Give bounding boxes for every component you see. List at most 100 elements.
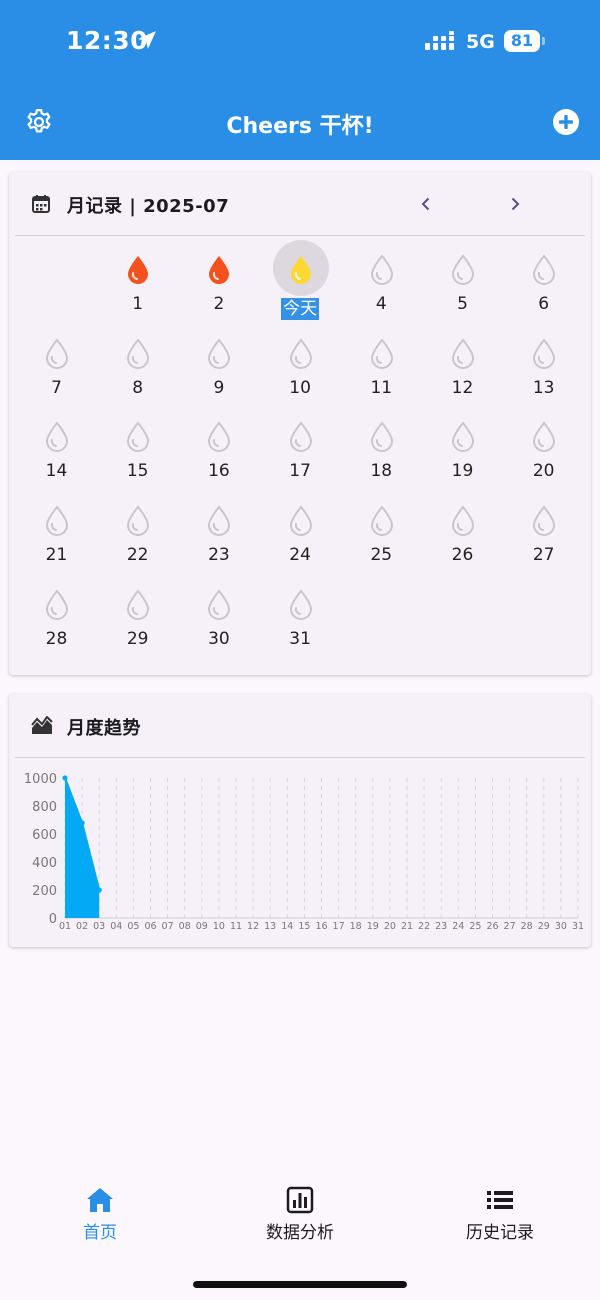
day-number: 17 <box>289 461 311 482</box>
nav-label-analytics: 数据分析 <box>266 1223 334 1243</box>
trend-title: 月度趋势 <box>67 718 141 739</box>
water-drop-filled-icon <box>209 256 230 284</box>
water-drop-outline-icon <box>370 254 393 285</box>
calendar-day-label: 10 <box>260 378 341 398</box>
calendar-day[interactable]: 16 <box>178 419 259 503</box>
calendar-day-label: 20 <box>503 461 584 481</box>
x-tick-label: 08 <box>179 921 191 932</box>
nav-item-analytics[interactable]: 数据分析 <box>200 1186 400 1246</box>
calendar-day[interactable]: 13 <box>503 336 584 420</box>
calendar-day-label: 27 <box>503 545 584 565</box>
y-tick-label: 1000 <box>24 772 57 787</box>
x-tick-label: 14 <box>281 921 293 932</box>
calendar-day[interactable]: 今天 <box>260 240 341 336</box>
add-record-button[interactable] <box>552 108 580 136</box>
location-arrow-icon <box>137 30 157 55</box>
data-point <box>79 820 85 826</box>
calendar-day[interactable]: 29 <box>97 587 178 671</box>
calendar-day-label: 2 <box>178 294 259 314</box>
calendar-day-label: 25 <box>341 545 422 565</box>
calendar-day[interactable]: 22 <box>97 503 178 587</box>
day-number: 31 <box>289 628 311 649</box>
calendar-day-label: 22 <box>97 545 178 565</box>
water-drop-outline-icon <box>451 338 475 369</box>
calendar-day[interactable]: 12 <box>422 336 503 420</box>
water-drop-outline-icon <box>533 421 556 453</box>
day-number: 19 <box>451 461 474 482</box>
calendar-day[interactable]: 26 <box>422 503 503 587</box>
water-drop-outline-icon <box>45 338 69 369</box>
day-number: 4 <box>375 294 387 314</box>
calendar-divider <box>15 235 585 236</box>
x-tick-label: 31 <box>572 921 584 932</box>
area-chart-icon <box>31 715 53 741</box>
calendar-day-label: 今天 <box>260 294 341 320</box>
trend-header: 月度趋势 <box>9 694 591 757</box>
calendar-day[interactable]: 30 <box>178 587 259 671</box>
water-drop-outline-icon <box>45 589 69 620</box>
water-drop-outline-icon <box>127 338 150 369</box>
day-number: 28 <box>45 628 68 649</box>
calendar-day[interactable]: 18 <box>341 419 422 503</box>
calendar-day[interactable]: 23 <box>178 503 259 587</box>
calendar-day[interactable]: 6 <box>503 252 584 336</box>
calendar-day[interactable]: 4 <box>341 252 422 336</box>
calendar-day[interactable]: 25 <box>341 503 422 587</box>
day-number: 6 <box>538 294 550 314</box>
day-number: 1 <box>132 294 144 314</box>
water-drop-outline-icon <box>451 254 475 285</box>
day-number: 30 <box>208 628 230 649</box>
signal-icon <box>425 31 459 56</box>
calendar-day[interactable]: 10 <box>260 336 341 420</box>
x-tick-label: 09 <box>196 921 208 932</box>
day-number: 10 <box>289 377 311 398</box>
calendar-day[interactable]: 14 <box>16 419 97 503</box>
water-drop-outline-icon <box>289 338 312 369</box>
day-number: 5 <box>457 294 468 314</box>
calendar-day-label: 9 <box>178 378 259 398</box>
water-drop-outline-icon <box>45 421 69 453</box>
monthly-trend-chart: 0 200 400 600 800 1000 01 02 03 04 05 06 07 08 09 10 11 1… <box>24 772 584 932</box>
calendar-day-label: 7 <box>16 378 97 398</box>
calendar-day[interactable]: 17 <box>260 419 341 503</box>
day-number: 22 <box>126 545 149 566</box>
nav-item-history[interactable]: 历史记录 <box>400 1186 600 1246</box>
calendar-day[interactable]: 5 <box>422 252 503 336</box>
calendar-day[interactable]: 20 <box>503 419 584 503</box>
calendar-day-label: 23 <box>178 545 259 565</box>
calendar-day[interactable]: 28 <box>16 587 97 671</box>
x-tick-label: 25 <box>469 921 481 932</box>
x-tick-label: 24 <box>452 921 464 932</box>
calendar-day[interactable]: 9 <box>178 336 259 420</box>
nav-item-home[interactable]: 首页 <box>0 1186 200 1246</box>
calendar-day[interactable]: 11 <box>341 336 422 420</box>
day-number: 12 <box>451 377 474 398</box>
calendar-day[interactable]: 1 <box>97 252 178 336</box>
x-tick-label: 19 <box>367 921 379 932</box>
calendar-day[interactable]: 21 <box>16 503 97 587</box>
next-month-button[interactable] <box>503 192 527 216</box>
calendar-day-label: 24 <box>260 545 341 565</box>
x-tick-label: 04 <box>110 921 122 932</box>
calendar-day[interactable]: 19 <box>422 419 503 503</box>
previous-month-button[interactable] <box>414 192 438 216</box>
calendar-day[interactable]: 7 <box>16 336 97 420</box>
calendar-day[interactable]: 31 <box>260 587 341 671</box>
day-number: 23 <box>208 545 230 566</box>
chevron-right-icon <box>511 197 520 211</box>
calendar-day[interactable]: 2 <box>178 252 259 336</box>
water-drop-filled-icon <box>290 256 311 284</box>
water-drop-outline-icon <box>289 421 312 453</box>
app-title: Cheers 干杯! <box>226 114 374 139</box>
battery-cap <box>542 37 545 45</box>
trend-divider <box>15 757 585 758</box>
day-number: 27 <box>532 545 555 566</box>
day-number: 26 <box>451 545 474 566</box>
water-drop-outline-icon <box>289 589 312 620</box>
calendar-day[interactable]: 24 <box>260 503 341 587</box>
calendar-day[interactable]: 8 <box>97 336 178 420</box>
bar-chart-icon <box>286 1186 314 1214</box>
calendar-day[interactable]: 27 <box>503 503 584 587</box>
calendar-day[interactable]: 15 <box>97 419 178 503</box>
status-time: 12:30 <box>66 26 149 55</box>
